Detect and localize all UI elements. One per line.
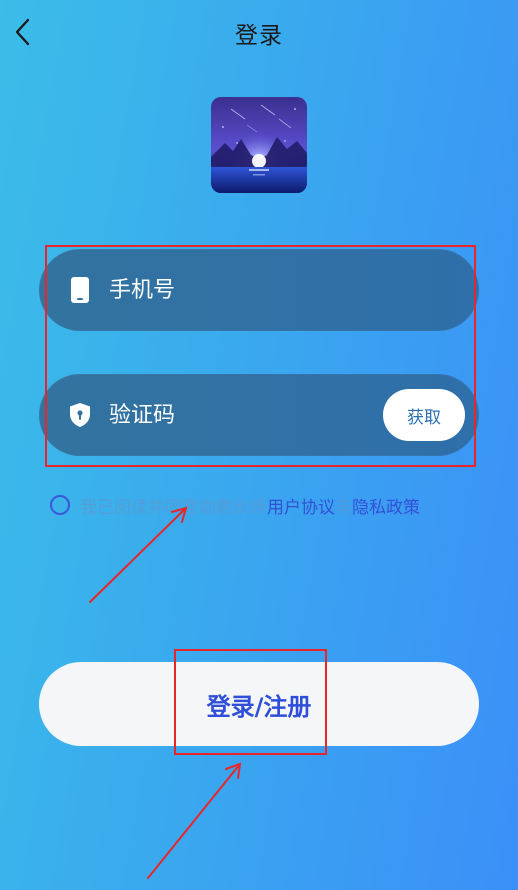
user-agreement-link[interactable]: 用户协议 xyxy=(267,493,335,518)
shield-icon xyxy=(67,402,93,428)
privacy-policy-link[interactable]: 隐私政策 xyxy=(352,493,420,518)
get-code-button[interactable]: 获取 xyxy=(383,389,465,441)
annotation-arrow-login xyxy=(147,763,241,879)
agreement-row: 我已阅读并同意助眠伙伴 用户协议与隐私政策 xyxy=(50,493,420,518)
verification-code-input[interactable] xyxy=(109,398,329,432)
phone-input[interactable] xyxy=(109,273,389,307)
agreement-and: 与 xyxy=(335,497,352,518)
login-register-button[interactable]: 登录/注册 xyxy=(39,662,479,746)
phone-field xyxy=(39,249,479,331)
app-logo xyxy=(211,97,307,193)
page-title: 登录 xyxy=(235,23,283,49)
agreement-checkbox[interactable] xyxy=(50,495,70,515)
verification-code-field: 获取 xyxy=(39,374,479,456)
phone-icon xyxy=(67,277,93,303)
agreement-text: 我已阅读并同意助眠伙伴 xyxy=(80,497,267,518)
annotation-arrow-inputs xyxy=(89,507,187,603)
